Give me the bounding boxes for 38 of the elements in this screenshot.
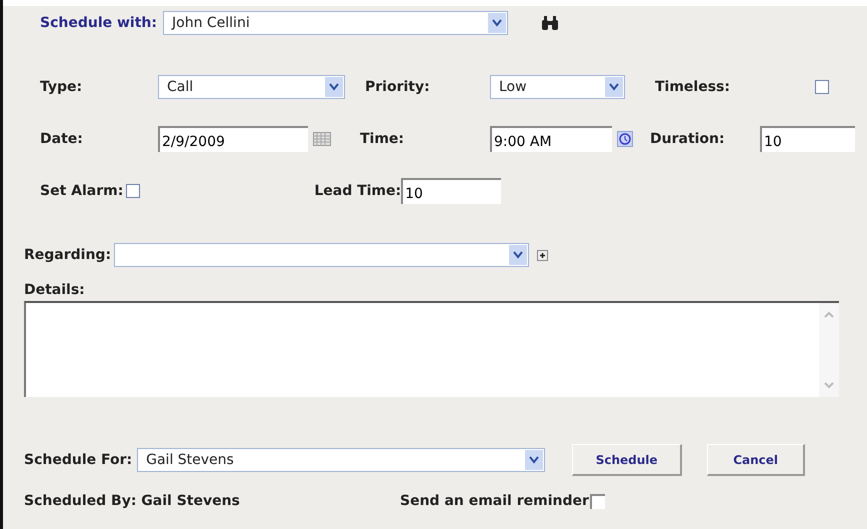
time-input[interactable]: 9:00 AM xyxy=(490,126,612,152)
chevron-icon xyxy=(609,83,619,91)
clock-icon[interactable] xyxy=(617,131,633,147)
field-label: Duration: xyxy=(650,131,726,147)
date-input[interactable]: 2/9/2009 xyxy=(158,126,308,152)
type-select[interactable]: Call xyxy=(158,75,345,99)
chevron-icon xyxy=(329,83,339,91)
field-label: Date: xyxy=(40,131,84,147)
email-reminder-checkbox[interactable] xyxy=(590,494,605,508)
scheduled-by-text: Scheduled By: Gail Stevens xyxy=(24,493,241,509)
priority-select[interactable]: Low xyxy=(490,75,625,99)
set-alarm-checkbox[interactable] xyxy=(126,184,140,198)
chevron-icon xyxy=(529,456,540,464)
field-label: Type: xyxy=(40,79,84,95)
chevron-icon xyxy=(492,19,502,27)
cancel-button[interactable]: Cancel xyxy=(707,444,806,476)
details-textarea[interactable] xyxy=(24,301,839,397)
field-label: Set Alarm: xyxy=(40,183,124,199)
lead-time-input[interactable]: 10 xyxy=(401,178,502,204)
plus-icon[interactable] xyxy=(537,250,548,260)
field-label: Timeless: xyxy=(655,79,731,95)
field-label: Schedule For: xyxy=(24,452,132,468)
field-label: Priority: xyxy=(365,79,431,95)
field-label: Schedule with: xyxy=(40,15,157,31)
schedule-button[interactable]: Schedule xyxy=(572,444,682,476)
chevron-icon xyxy=(513,251,524,259)
duration-input[interactable]: 10 xyxy=(760,126,855,152)
calendar-icon[interactable] xyxy=(313,132,331,146)
regarding-select[interactable] xyxy=(114,243,530,267)
binoculars-icon[interactable] xyxy=(541,15,559,31)
timeless-checkbox[interactable] xyxy=(815,80,829,94)
field-label: Details: xyxy=(24,282,86,298)
field-label: Time: xyxy=(360,131,406,147)
schedule-with-select[interactable]: John Cellini xyxy=(163,11,508,35)
field-label: Send an email reminder xyxy=(400,493,589,509)
field-label: Lead Time: xyxy=(314,183,402,199)
field-label: Regarding: xyxy=(24,247,112,263)
schedule-for-select[interactable]: Gail Stevens xyxy=(137,448,546,472)
